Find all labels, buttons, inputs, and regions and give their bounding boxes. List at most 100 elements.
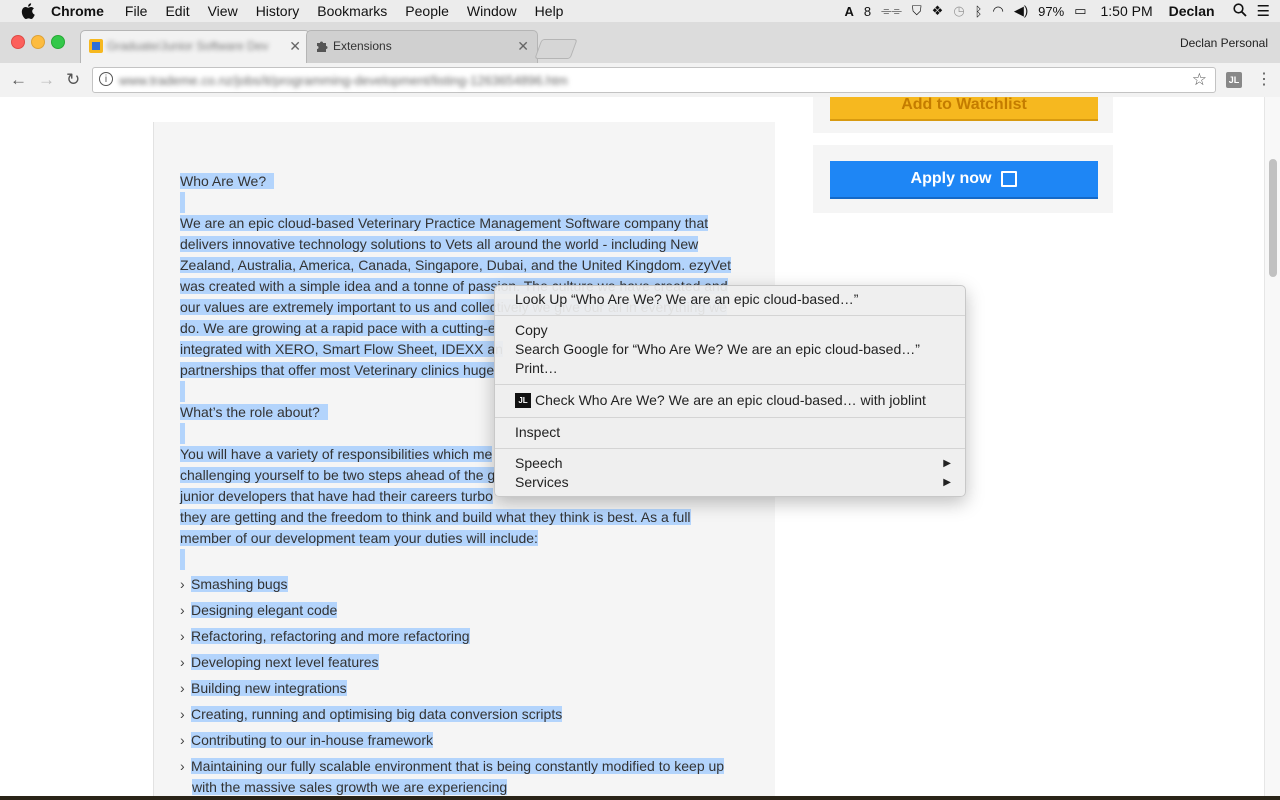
minimize-window-button[interactable] [31,35,45,49]
menu-search-google[interactable]: Search Google for “Who Are We? We are an… [515,341,920,357]
close-tab-icon[interactable]: ✕ [517,38,529,55]
tab-extensions[interactable]: Extensions ✕ [306,30,538,63]
time-machine-icon[interactable]: ◷ [953,3,964,19]
menu-app-name[interactable]: Chrome [51,3,104,19]
trademe-favicon-icon [89,39,103,53]
chevron-right-icon: › [180,680,185,696]
add-to-watchlist-button[interactable]: Add to Watchlist [830,97,1098,121]
duty-item: › Building new integrations [180,678,347,699]
chevron-right-icon: › [180,628,185,644]
user-name[interactable]: Declan [1169,3,1215,19]
page-scrollbar[interactable] [1264,97,1280,796]
selection-gap [180,381,185,402]
menu-look-up[interactable]: Look Up “Who Are We? We are an epic clou… [515,291,858,307]
wifi-icon[interactable]: ◠ [992,3,1003,19]
address-bar[interactable]: i www.trademe.co.nz/jobs/it/programming-… [92,67,1216,93]
glasses-icon[interactable]: ⌯⌯ [881,3,902,19]
duty-item: › Maintaining our fully scalable environm… [180,756,725,777]
menu-file[interactable]: File [125,3,148,19]
chevron-right-icon: › [180,602,185,618]
submenu-arrow-icon: ▶ [943,477,951,488]
submenu-arrow-icon: ▶ [943,458,951,469]
reload-icon[interactable]: ↻ [66,70,80,90]
notification-center-icon[interactable]: ☰ [1257,2,1270,20]
spotlight-icon[interactable] [1232,2,1247,20]
menu-window[interactable]: Window [467,3,517,19]
selection-gap [180,192,185,213]
joblint-icon: JL [515,393,531,408]
menu-check-joblint[interactable]: Check Who Are We? We are an epic cloud-b… [535,392,926,408]
volume-icon[interactable]: ◀) [1014,3,1028,19]
apply-now-button[interactable]: Apply now [830,161,1098,199]
duty-item: › Creating, running and optimising big da… [180,704,563,725]
duty-continuation: with the massive sales growth we are exp… [192,779,508,795]
selection-gap [180,549,185,570]
forward-arrow-icon[interactable]: → [38,70,55,90]
new-tab-button[interactable] [534,39,578,59]
back-arrow-icon[interactable]: ← [10,70,27,90]
role-line: they are getting and the freedom to thin… [180,509,691,525]
heading-role: What’s the role about? [180,404,320,420]
tab-title: Extensions [333,39,392,53]
dropbox-icon[interactable]: ❖ [932,3,944,19]
tab-title: Graduate/Junior Software Dev [107,39,269,53]
duty-item: › Developing next level features [180,652,379,673]
menu-separator [495,448,965,449]
duty-item: › Refactoring, refactoring and more refac… [180,626,470,647]
context-menu: Look Up “Who Are We? We are an epic clou… [494,285,966,497]
intro-line: delivers innovative technology solutions… [180,236,699,252]
intro-line: We are an epic cloud-based Veterinary Pr… [180,215,709,231]
intro-line: partnerships that offer most Veterinary … [180,362,495,378]
role-line: You will have a variety of responsibilit… [180,446,493,462]
menu-help[interactable]: Help [535,3,564,19]
bookmark-star-icon[interactable]: ☆ [1192,70,1207,90]
menu-services[interactable]: Services [515,474,569,490]
battery-icon[interactable]: ▭ [1074,3,1086,19]
role-line: member of our development team your duti… [180,530,538,546]
browser-toolbar: ← → ↻ i www.trademe.co.nz/jobs/it/progra… [0,63,1280,98]
tab-job-listing[interactable]: Graduate/Junior Software Dev ✕ [80,30,310,63]
menu-people[interactable]: People [405,3,449,19]
notification-count: 8 [863,3,872,19]
shield-icon[interactable]: ⛉ [912,3,922,19]
apple-icon[interactable] [21,3,37,19]
chevron-right-icon: › [180,758,185,774]
chevron-right-icon: › [180,654,185,670]
menu-print[interactable]: Print… [515,360,558,376]
zoom-window-button[interactable] [51,35,65,49]
macos-menu-bar: Chrome File Edit View History Bookmarks … [0,0,1280,22]
status-area: A 8 ⌯⌯ ⛉ ❖ ◷ ᛒ ◠ ◀) 97% ▭ 1:50 PM Declan… [844,0,1270,22]
bluetooth-icon[interactable]: ᛒ [975,4,983,19]
chevron-right-icon: › [180,706,185,722]
battery-percent[interactable]: 97% [1038,4,1064,19]
menu-bookmarks[interactable]: Bookmarks [317,3,387,19]
duty-item: › Contributing to our in-house framework [180,730,434,751]
notification-icon[interactable]: A [844,4,853,19]
menu-history[interactable]: History [256,3,300,19]
menu-speech[interactable]: Speech [515,455,562,471]
apply-now-label: Apply now [910,170,992,187]
external-link-icon [1001,171,1018,187]
menu-view[interactable]: View [208,3,238,19]
menu-separator [495,417,965,418]
intro-line: integrated with XERO, Smart Flow Sheet, … [180,341,503,357]
clock[interactable]: 1:50 PM [1100,3,1152,19]
intro-line: do. We are growing at a rapid pace with … [180,320,496,336]
menu-edit[interactable]: Edit [165,3,189,19]
menu-copy[interactable]: Copy [515,322,548,338]
selection-gap [180,423,185,444]
scrollbar-thumb[interactable] [1269,159,1277,277]
duty-item: › Designing elegant code [180,600,338,621]
desktop-edge [0,796,1280,800]
profile-button[interactable]: Declan Personal [1180,36,1268,50]
close-window-button[interactable] [11,35,25,49]
menu-inspect[interactable]: Inspect [515,424,560,440]
info-icon[interactable]: i [99,72,113,86]
heading-who-are-we: Who Are We? [180,173,267,189]
intro-line: Zealand, Australia, America, Canada, Sin… [180,257,732,273]
role-line: challenging yourself to be two steps ahe… [180,467,496,483]
chevron-right-icon: › [180,576,185,592]
chrome-menu-icon[interactable]: ⋮ [1256,69,1272,89]
joblint-extension-icon[interactable]: JL [1226,72,1242,88]
close-tab-icon[interactable]: ✕ [289,38,301,55]
